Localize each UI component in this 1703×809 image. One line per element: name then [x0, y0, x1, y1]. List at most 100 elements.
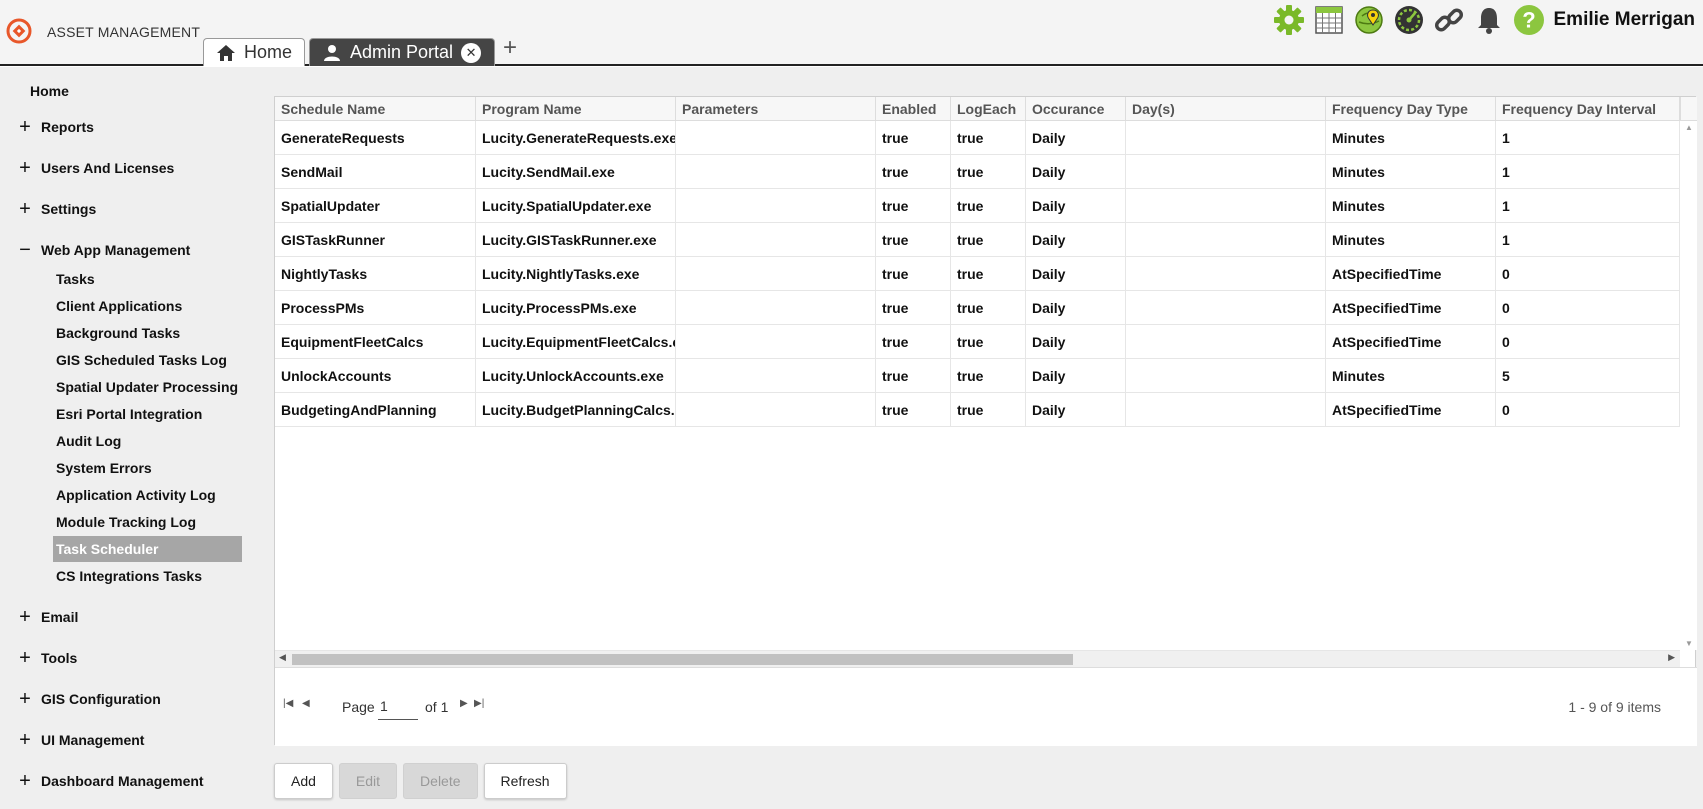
sidebar-item-background-tasks[interactable]: Background Tasks: [53, 320, 242, 346]
table-row[interactable]: NightlyTasks Lucity.NightlyTasks.exe true t…: [275, 257, 1680, 291]
plus-icon: +: [19, 606, 31, 628]
sidebar-item-gis-scheduled-tasks-log[interactable]: GIS Scheduled Tasks Log: [53, 347, 242, 373]
cell-parameters: [676, 223, 876, 257]
scroll-down-icon[interactable]: ▼: [1685, 639, 1693, 648]
sidebar-section-label: Dashboard Management: [41, 773, 204, 789]
cell-days: [1126, 121, 1326, 155]
cell-parameters: [676, 359, 876, 393]
scroll-right-icon[interactable]: ▶: [1668, 652, 1675, 663]
cell-occurance: Daily: [1026, 155, 1126, 189]
cell-enabled: true: [876, 393, 951, 427]
sidebar-item-application-activity-log[interactable]: Application Activity Log: [53, 482, 242, 508]
bell-icon[interactable]: [1472, 3, 1506, 37]
cell-enabled: true: [876, 257, 951, 291]
page-label: Page: [342, 699, 375, 715]
tab-home[interactable]: Home: [203, 38, 305, 66]
table-row[interactable]: GenerateRequests Lucity.GenerateRequests.…: [275, 121, 1680, 155]
cell-program-name: Lucity.BudgetPlanningCalcs.exe: [476, 393, 676, 427]
next-page-icon[interactable]: ▶: [460, 698, 468, 709]
map-pin-icon[interactable]: [1352, 3, 1386, 37]
vertical-scrollbar[interactable]: ▲ ▼: [1680, 121, 1697, 650]
sidebar-item-home[interactable]: Home: [30, 83, 69, 99]
cell-enabled: true: [876, 325, 951, 359]
horizontal-scroll-thumb[interactable]: [292, 654, 1073, 665]
sidebar-section-reports[interactable]: + Reports: [18, 116, 94, 138]
help-icon[interactable]: ?: [1512, 3, 1546, 37]
sidebar-section-dashboard-management[interactable]: + Dashboard Management: [18, 771, 204, 791]
scroll-left-icon[interactable]: ◀: [279, 652, 286, 663]
tab-admin-portal[interactable]: Admin Portal ✕: [309, 38, 495, 66]
last-page-icon[interactable]: ▶|: [474, 698, 484, 709]
table-row[interactable]: BudgetingAndPlanning Lucity.BudgetPlannin…: [275, 393, 1680, 427]
cell-logeach: true: [951, 325, 1026, 359]
cell-frequency-day-type: Minutes: [1326, 155, 1496, 189]
column-header-logeach[interactable]: LogEach: [951, 97, 1026, 121]
grid-header-corner: [1680, 97, 1697, 121]
sidebar-item-module-tracking-log[interactable]: Module Tracking Log: [53, 509, 242, 535]
user-name[interactable]: Emilie Merrigan: [1554, 9, 1696, 31]
gear-icon[interactable]: [1272, 3, 1306, 37]
sidebar-item-client-applications[interactable]: Client Applications: [53, 293, 242, 319]
table-row[interactable]: UnlockAccounts Lucity.UnlockAccounts.exe t…: [275, 359, 1680, 393]
cell-program-name: Lucity.GISTaskRunner.exe: [476, 223, 676, 257]
first-page-icon[interactable]: |◀: [283, 698, 293, 709]
logo-icon: [6, 18, 32, 44]
column-header-frequency-day-interval[interactable]: Frequency Day Interval: [1496, 97, 1680, 121]
link-icon[interactable]: [1432, 3, 1466, 37]
add-button[interactable]: Add: [274, 763, 333, 799]
cell-logeach: true: [951, 189, 1026, 223]
tab-admin-label: Admin Portal: [350, 42, 454, 62]
sidebar-item-audit-log[interactable]: Audit Log: [53, 428, 242, 454]
cell-logeach: true: [951, 121, 1026, 155]
edit-button[interactable]: Edit: [338, 763, 398, 799]
cell-logeach: true: [951, 291, 1026, 325]
calendar-icon[interactable]: [1312, 3, 1346, 37]
plus-icon: +: [19, 116, 31, 138]
sidebar-section-settings[interactable]: + Settings: [18, 199, 96, 219]
plus-icon: +: [19, 729, 31, 751]
column-header-enabled[interactable]: Enabled: [876, 97, 951, 121]
scroll-up-icon[interactable]: ▲: [1685, 123, 1693, 132]
delete-button[interactable]: Delete: [403, 763, 478, 799]
column-header-schedule-name[interactable]: Schedule Name: [275, 97, 476, 121]
sidebar-item-cs-integrations-tasks[interactable]: CS Integrations Tasks: [53, 563, 242, 589]
sidebar-item-task-scheduler[interactable]: Task Scheduler: [53, 536, 242, 562]
horizontal-scrollbar[interactable]: ◀ ▶: [275, 650, 1680, 667]
close-icon[interactable]: ✕: [461, 42, 482, 63]
cell-frequency-day-type: AtSpecifiedTime: [1326, 325, 1496, 359]
cell-frequency-day-interval: 0: [1496, 325, 1680, 359]
sidebar-section-tools[interactable]: + Tools: [18, 648, 77, 668]
sidebar-item-system-errors[interactable]: System Errors: [53, 455, 242, 481]
table-row[interactable]: SpatialUpdater Lucity.SpatialUpdater.exe t…: [275, 189, 1680, 223]
column-header-occurance[interactable]: Occurance: [1026, 97, 1126, 121]
sidebar-section-ui-management[interactable]: + UI Management: [18, 729, 144, 751]
cell-frequency-day-interval: 1: [1496, 189, 1680, 223]
dashboard-clock-icon[interactable]: [1392, 3, 1426, 37]
cell-logeach: true: [951, 359, 1026, 393]
table-row[interactable]: GISTaskRunner Lucity.GISTaskRunner.exe tru…: [275, 223, 1680, 257]
cell-schedule-name: EquipmentFleetCalcs: [275, 325, 476, 359]
column-header-parameters[interactable]: Parameters: [676, 97, 876, 121]
cell-program-name: Lucity.EquipmentFleetCalcs.exe: [476, 325, 676, 359]
page-number-input[interactable]: [378, 692, 418, 720]
column-header-days[interactable]: Day(s): [1126, 97, 1326, 121]
table-row[interactable]: EquipmentFleetCalcs Lucity.EquipmentFleet…: [275, 325, 1680, 359]
cell-schedule-name: NightlyTasks: [275, 257, 476, 291]
sidebar-section-email[interactable]: + Email: [18, 606, 78, 628]
previous-page-icon[interactable]: ◀: [302, 698, 310, 709]
cell-enabled: true: [876, 189, 951, 223]
table-row[interactable]: SendMail Lucity.SendMail.exe true true Daily…: [275, 155, 1680, 189]
sidebar-item-tasks[interactable]: Tasks: [53, 266, 242, 292]
sidebar-item-spatial-updater-processing[interactable]: Spatial Updater Processing: [53, 374, 242, 400]
minus-icon: −: [19, 239, 31, 261]
sidebar-section-web-app-management[interactable]: − Web App Management: [18, 239, 190, 261]
sidebar-section-users-and-licenses[interactable]: + Users And Licenses: [18, 158, 174, 178]
table-row[interactable]: ProcessPMs Lucity.ProcessPMs.exe true true D…: [275, 291, 1680, 325]
sidebar-item-esri-portal-integration[interactable]: Esri Portal Integration: [53, 401, 242, 427]
column-header-frequency-day-type[interactable]: Frequency Day Type: [1326, 97, 1496, 121]
sidebar-section-gis-configuration[interactable]: + GIS Configuration: [18, 689, 161, 709]
refresh-button[interactable]: Refresh: [483, 763, 567, 799]
svg-text:?: ?: [1522, 8, 1535, 33]
column-header-program-name[interactable]: Program Name: [476, 97, 676, 121]
add-tab-icon[interactable]: +: [503, 34, 517, 62]
